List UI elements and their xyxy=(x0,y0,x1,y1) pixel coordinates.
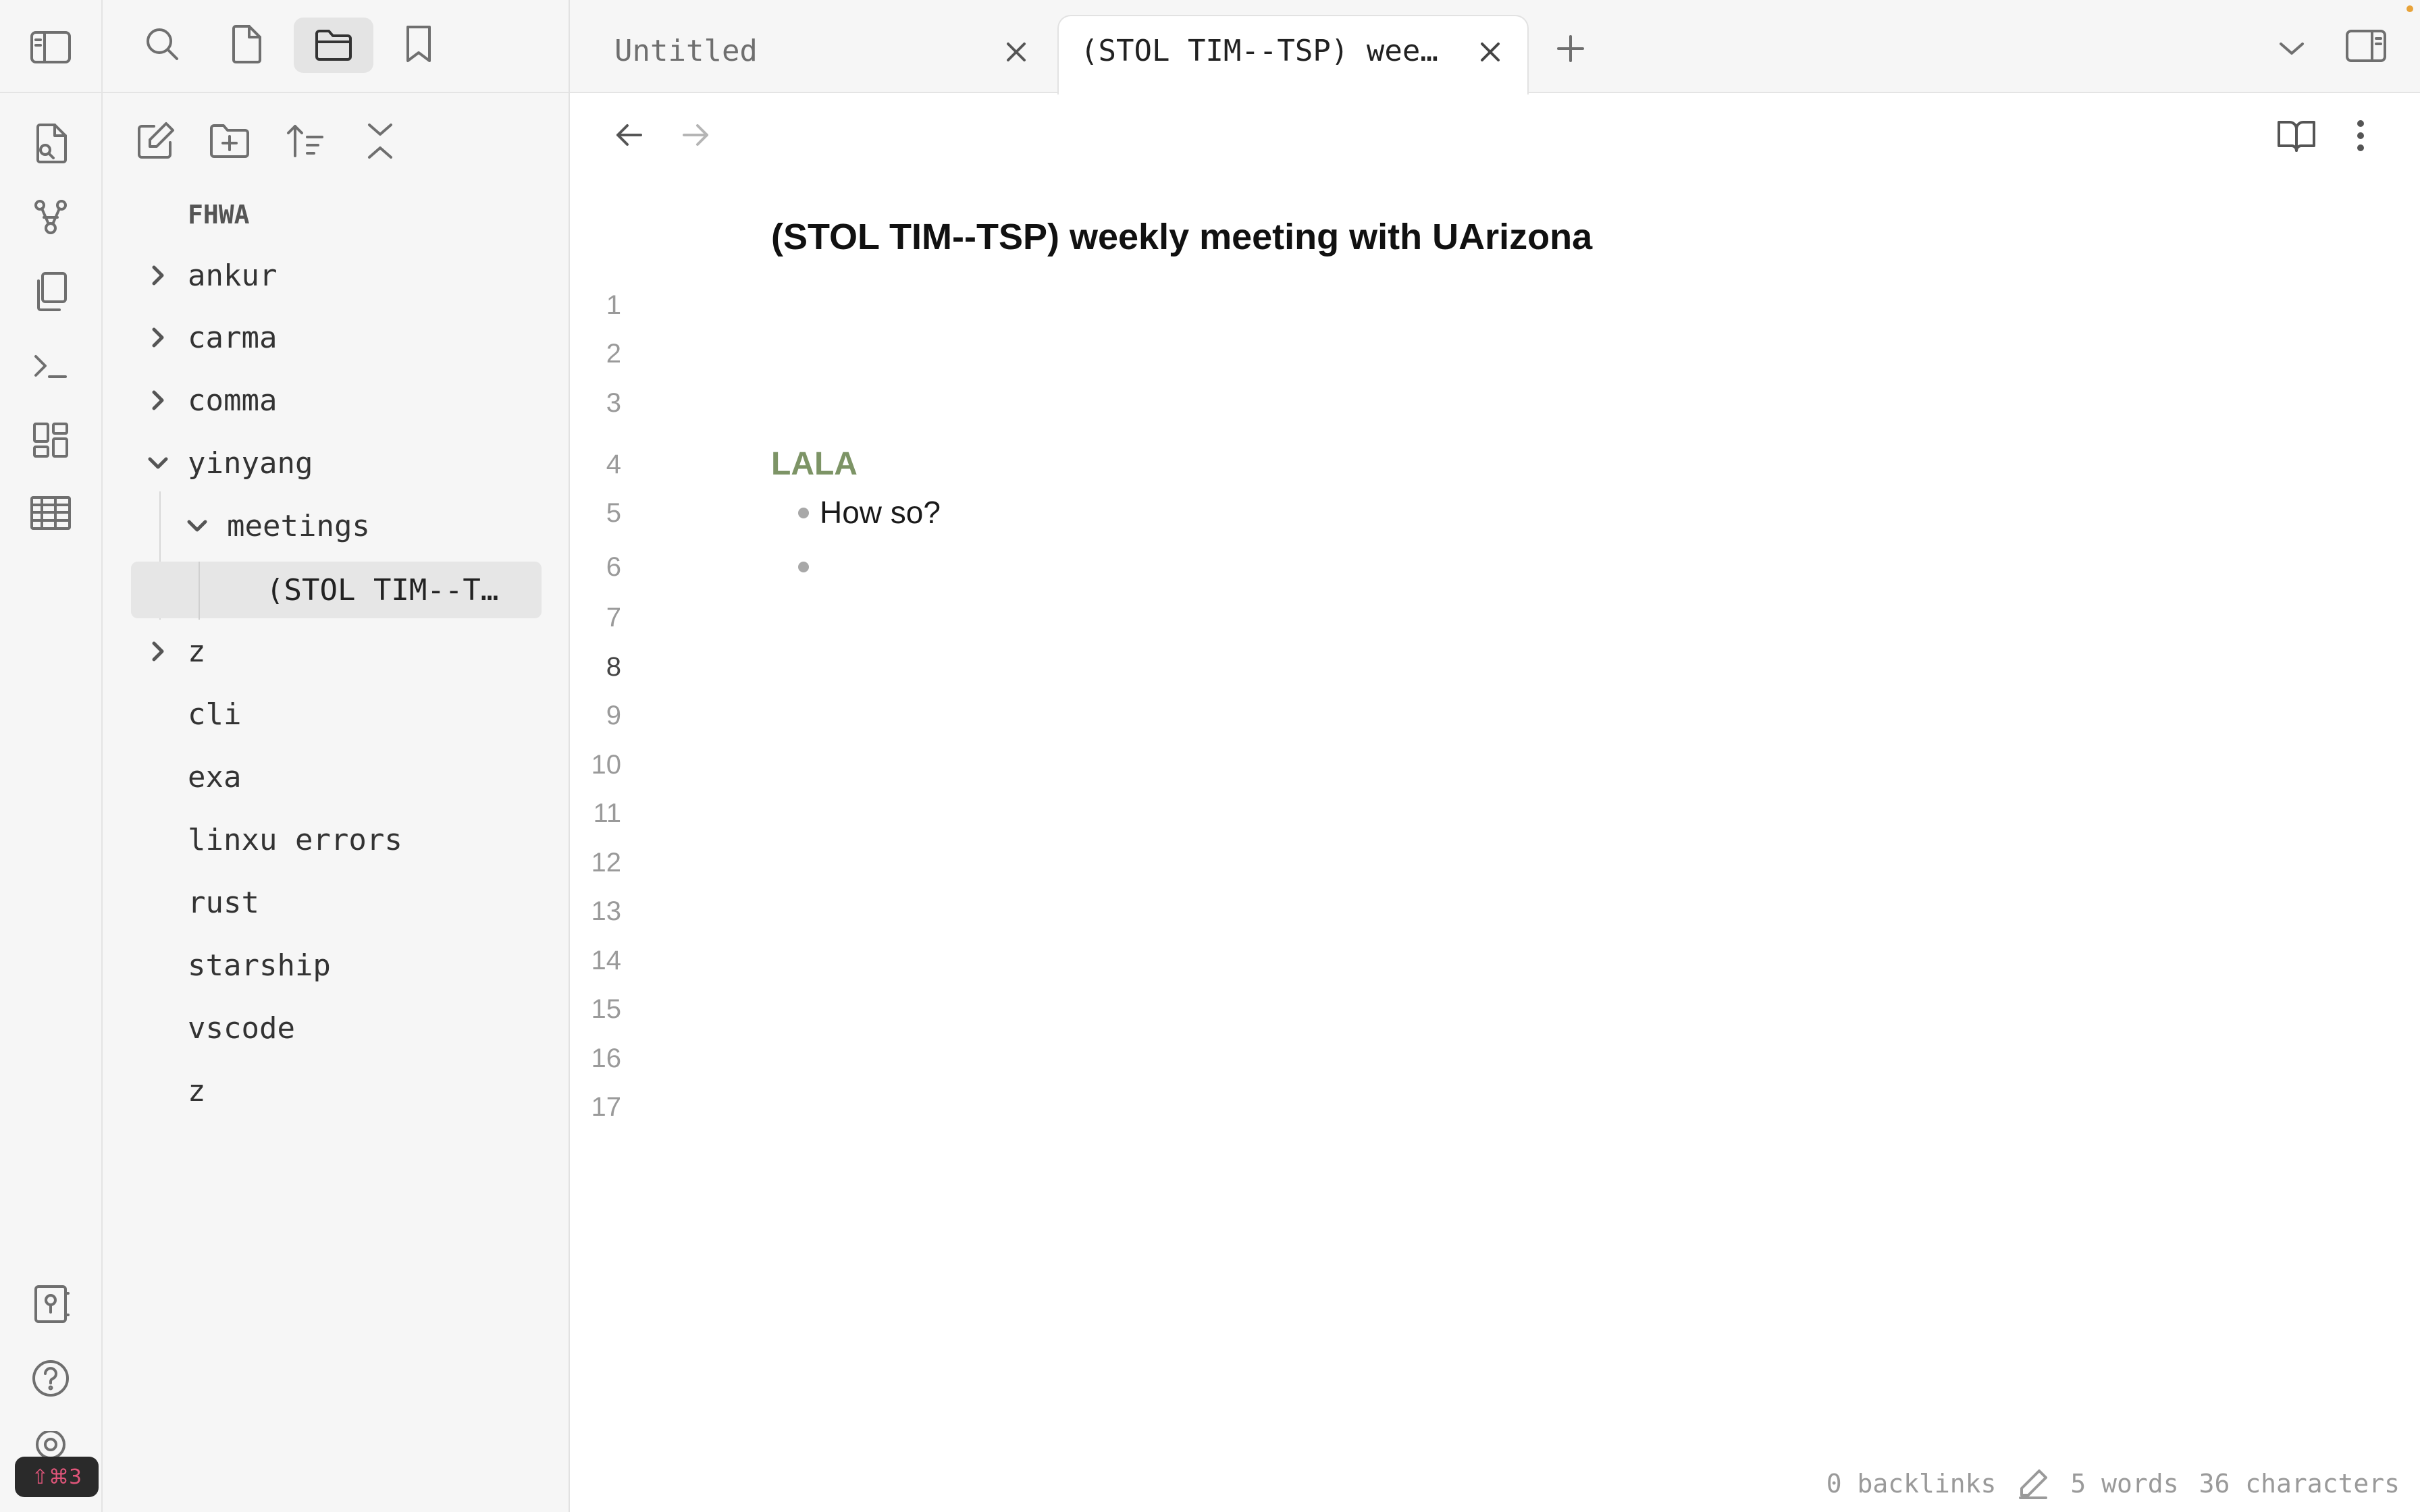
vault-icon[interactable] xyxy=(27,1282,74,1326)
list-item[interactable]: How so? xyxy=(820,494,941,531)
tree-folder-carma[interactable]: carma xyxy=(131,309,536,366)
tree-item-label: ankur xyxy=(188,258,278,293)
line-number: 14 xyxy=(591,946,622,975)
tree-file-z[interactable]: z xyxy=(131,1062,536,1119)
line-number: 17 xyxy=(591,1092,622,1122)
tree-file-exa[interactable]: exa xyxy=(131,749,536,805)
back-arrow-icon[interactable] xyxy=(609,115,650,155)
line-number: 10 xyxy=(591,750,622,780)
table-icon[interactable] xyxy=(27,491,74,535)
settings-icon[interactable] xyxy=(27,1431,74,1458)
new-tab-icon[interactable] xyxy=(1550,28,1591,69)
tree-file-cli[interactable]: cli xyxy=(131,686,536,742)
tree-item-label: comma xyxy=(188,383,278,418)
right-sidebar-toggle-icon[interactable] xyxy=(2340,24,2392,68)
word-count: 5 words xyxy=(2070,1469,2179,1498)
line-number: 1 xyxy=(606,290,621,320)
tab-untitled[interactable]: Untitled xyxy=(587,15,1047,90)
tree-item-label: z xyxy=(188,1073,206,1108)
status-bar: 0 backlinks 5 words 36 characters xyxy=(1826,1462,2400,1505)
tree-file-rust[interactable]: rust xyxy=(131,874,536,931)
tree-file-starship[interactable]: starship xyxy=(131,937,536,994)
folder-icon[interactable] xyxy=(294,18,373,73)
terminal-icon[interactable] xyxy=(27,344,74,387)
tab-active[interactable]: (STOL TIM--TSP) wee… xyxy=(1057,15,1529,94)
new-folder-icon[interactable] xyxy=(206,119,253,163)
tree-item-label: exa xyxy=(188,759,242,794)
tab-list-chevron-down-icon[interactable] xyxy=(2271,30,2312,68)
reading-view-book-icon[interactable] xyxy=(2273,113,2320,158)
tree-item-label: rust xyxy=(188,885,259,920)
tree-item-label: starship xyxy=(188,948,331,983)
hotkey-badge: ⇧⌘3 xyxy=(15,1457,99,1497)
more-options-icon[interactable] xyxy=(2340,113,2381,158)
sidebar-toggle-icon[interactable] xyxy=(27,27,74,68)
chevron-right-icon xyxy=(144,638,172,665)
tab-title: (STOL TIM--TSP) wee… xyxy=(1080,34,1438,68)
tree-file-vscode[interactable]: vscode xyxy=(131,1000,536,1056)
tree-folder-comma[interactable]: comma xyxy=(131,372,536,429)
search-icon[interactable] xyxy=(135,20,189,68)
collapse-all-icon[interactable] xyxy=(357,119,404,163)
line-number: 6 xyxy=(606,552,621,582)
file-search-icon[interactable] xyxy=(27,122,74,165)
line-number: 13 xyxy=(591,896,622,926)
tree-file-selected[interactable]: (STOL TIM--T… xyxy=(131,562,542,618)
help-icon[interactable] xyxy=(27,1357,74,1400)
tree-item-label: vscode xyxy=(188,1010,295,1046)
backlinks-count[interactable]: 0 backlinks xyxy=(1826,1469,1997,1498)
new-note-icon[interactable] xyxy=(132,119,179,163)
tree-file-linxu-errors[interactable]: linxu errors xyxy=(131,811,536,868)
chevron-right-icon xyxy=(144,324,172,351)
tree-item-label: carma xyxy=(188,320,278,355)
line-number: 2 xyxy=(606,339,621,369)
line-number: 12 xyxy=(591,848,622,878)
tree-item-label: meetings xyxy=(227,508,370,543)
line-number: 9 xyxy=(606,701,621,730)
close-icon[interactable] xyxy=(999,35,1033,69)
line-number: 7 xyxy=(606,603,621,632)
list-bullet xyxy=(798,508,809,518)
heading-lala[interactable]: LALA xyxy=(771,446,858,483)
note-title[interactable]: (STOL TIM--TSP) weekly meeting with UAri… xyxy=(771,216,1592,258)
tree-folder-yinyang[interactable]: yinyang xyxy=(131,435,536,491)
close-icon[interactable] xyxy=(1473,35,1507,69)
chevron-down-icon xyxy=(144,450,172,477)
character-count: 36 characters xyxy=(2199,1469,2400,1498)
list-bullet xyxy=(798,562,809,572)
line-number: 11 xyxy=(593,799,621,828)
tree-item-label: cli xyxy=(188,697,242,732)
graph-icon[interactable] xyxy=(27,196,74,239)
line-number: 5 xyxy=(606,498,621,528)
line-number: 16 xyxy=(591,1044,622,1073)
vault-name: FHWA xyxy=(188,200,250,230)
sort-icon[interactable] xyxy=(282,119,330,163)
indent-guide xyxy=(199,562,200,620)
line-number: 4 xyxy=(606,450,621,479)
chevron-right-icon xyxy=(144,387,172,414)
line-number: 3 xyxy=(606,388,621,418)
line-number: 15 xyxy=(591,994,622,1024)
tab-title: Untitled xyxy=(614,34,758,68)
tree-item-label: yinyang xyxy=(188,446,313,481)
dashboard-icon[interactable] xyxy=(27,418,74,462)
tree-folder-meetings[interactable]: meetings xyxy=(170,497,535,554)
edit-pencil-icon[interactable] xyxy=(2016,1467,2050,1501)
line-number-current: 8 xyxy=(606,652,621,682)
tree-item-label: linxu errors xyxy=(188,822,402,857)
chevron-down-icon xyxy=(184,512,211,539)
tree-folder-ankur[interactable]: ankur xyxy=(131,247,536,304)
tree-item-label: z xyxy=(188,634,206,669)
bookmark-icon[interactable] xyxy=(392,20,446,68)
forward-arrow-icon[interactable] xyxy=(675,115,716,155)
update-indicator-dot xyxy=(2406,5,2413,12)
tree-folder-z[interactable]: z xyxy=(131,623,536,680)
copy-files-icon[interactable] xyxy=(27,270,74,313)
chevron-right-icon xyxy=(144,262,172,289)
tree-item-label: (STOL TIM--T… xyxy=(266,572,499,608)
file-icon[interactable] xyxy=(219,20,273,68)
